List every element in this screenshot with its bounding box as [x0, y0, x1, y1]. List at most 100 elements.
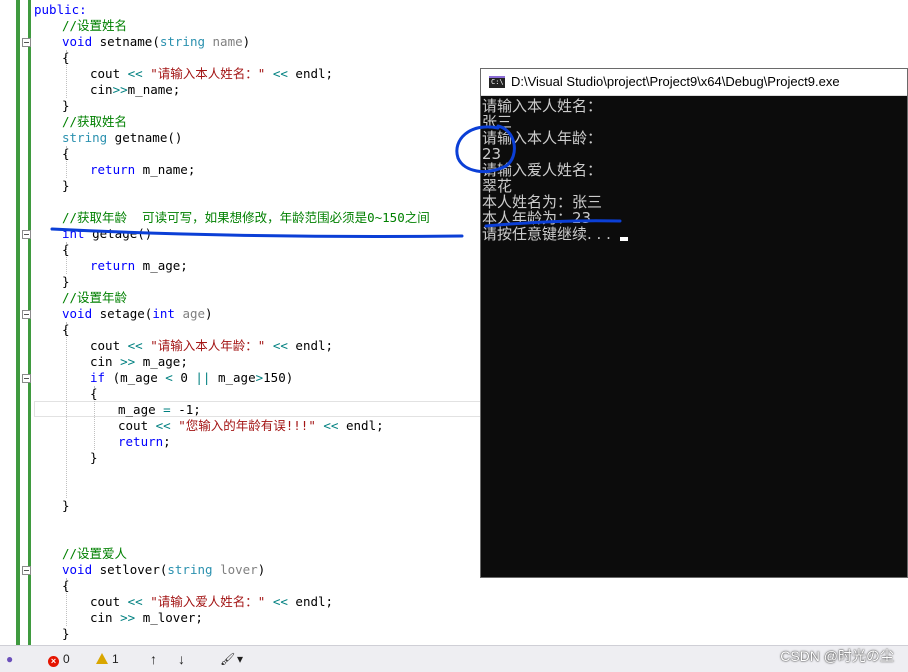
code-line[interactable]: //获取年龄 可读可写，如果想修改，年龄范围必须是0~150之间	[62, 210, 430, 226]
next-issue-button[interactable]: ↓	[178, 651, 185, 667]
code-line[interactable]: if (m_age < 0 || m_age>150)	[90, 370, 293, 386]
error-icon: ×	[48, 656, 59, 667]
code-line[interactable]: return m_name;	[90, 162, 195, 178]
code-line[interactable]: //设置姓名	[62, 18, 127, 34]
current-line-highlight	[34, 401, 482, 417]
code-token: cin	[90, 610, 121, 625]
code-token: )	[242, 34, 251, 49]
code-line[interactable]: void setage(int age)	[62, 306, 213, 322]
code-token: m_lover;	[135, 610, 203, 625]
code-token: )	[257, 562, 266, 577]
code-token: 0	[172, 370, 196, 385]
prev-issue-button[interactable]: ↑	[150, 651, 157, 667]
code-line[interactable]: {	[62, 146, 70, 162]
collapse-icon[interactable]	[22, 230, 31, 239]
code-line[interactable]: cin >> m_age;	[90, 354, 188, 370]
code-token: cin	[90, 354, 121, 369]
code-token: cin	[90, 82, 113, 97]
code-token: (m_age	[105, 370, 166, 385]
code-line[interactable]: //设置年龄	[62, 290, 127, 306]
code-line[interactable]: m_age = -1;	[118, 402, 201, 418]
code-line[interactable]: return m_age;	[90, 258, 188, 274]
code-line[interactable]: }	[90, 450, 98, 466]
code-token: //设置姓名	[62, 18, 128, 33]
code-token: endl;	[287, 338, 334, 353]
code-token: "请输入本人年龄："	[150, 338, 266, 353]
code-line[interactable]: {	[62, 50, 70, 66]
code-line[interactable]: }	[62, 498, 70, 514]
code-cleanup-icon[interactable]: 🖌	[220, 651, 235, 667]
code-line[interactable]: {	[62, 578, 70, 594]
console-line: 23	[482, 146, 501, 162]
change-bar	[28, 0, 31, 645]
code-token: ||	[195, 370, 211, 385]
code-line[interactable]: int getage()	[62, 226, 152, 242]
code-line[interactable]: {	[62, 242, 70, 258]
code-line[interactable]: //获取姓名	[62, 114, 127, 130]
code-line[interactable]: }	[62, 626, 70, 642]
code-token: cout	[90, 66, 128, 81]
code-line[interactable]: cout << "请输入爱人姓名：" << endl;	[90, 594, 333, 610]
code-line[interactable]: void setname(string name)	[62, 34, 250, 50]
gitcopilot-icon[interactable]: ●	[6, 651, 13, 667]
warning-icon	[96, 653, 108, 664]
code-token: setlover(	[92, 562, 168, 577]
code-line[interactable]: }	[62, 178, 70, 194]
code-token: void	[62, 34, 93, 49]
error-count[interactable]: × 0	[48, 651, 70, 667]
code-token: void	[62, 562, 93, 577]
code-line[interactable]: {	[62, 322, 70, 338]
code-token: m_age	[118, 402, 164, 417]
code-token: >	[255, 370, 264, 385]
code-token: cout	[118, 418, 156, 433]
code-line[interactable]: string getname()	[62, 130, 182, 146]
code-line[interactable]: {	[90, 386, 98, 402]
code-token: {	[62, 578, 70, 593]
code-line[interactable]: //设置爱人	[62, 546, 127, 562]
code-line[interactable]: void setlover(string lover)	[62, 562, 265, 578]
code-line[interactable]: public:	[34, 2, 87, 18]
console-line: 请按任意键继续. . .	[482, 226, 628, 242]
collapse-icon[interactable]	[22, 566, 31, 575]
code-line[interactable]: }	[62, 98, 70, 114]
code-token: if	[90, 370, 106, 385]
collapse-icon[interactable]	[22, 374, 31, 383]
code-token: }	[62, 498, 70, 513]
code-token: {	[90, 386, 98, 401]
code-line[interactable]: cin>>m_name;	[90, 82, 180, 98]
code-token: {	[62, 322, 70, 337]
code-line[interactable]: cout << "您输入的年龄有误!!!" << endl;	[118, 418, 384, 434]
code-line[interactable]: cout << "请输入本人姓名：" << endl;	[90, 66, 333, 82]
code-line[interactable]: cout << "请输入本人年龄：" << endl;	[90, 338, 333, 354]
code-token: m_age	[210, 370, 256, 385]
console-window[interactable]: C:\ D:\Visual Studio\project\Project9\x6…	[480, 68, 908, 578]
collapse-icon[interactable]	[22, 38, 31, 47]
code-token: <<	[272, 338, 288, 353]
code-line[interactable]: }	[62, 274, 70, 290]
code-token: cout	[90, 338, 128, 353]
code-line[interactable]: cin >> m_lover;	[90, 610, 203, 626]
console-line: 张三	[482, 114, 512, 130]
console-cursor	[619, 237, 628, 241]
console-titlebar[interactable]: C:\ D:\Visual Studio\project\Project9\x6…	[481, 69, 907, 96]
code-token: getname()	[107, 130, 183, 145]
code-token: <<	[272, 66, 288, 81]
watermark: CSDN @时光の尘	[780, 648, 894, 664]
code-token: return	[118, 434, 164, 449]
code-token: cout	[90, 594, 128, 609]
code-cleanup-dropdown[interactable]: ▾	[237, 651, 243, 667]
code-token: public:	[34, 2, 87, 17]
code-token: setname(	[92, 34, 160, 49]
code-line[interactable]: return;	[118, 434, 171, 450]
code-token: name	[212, 34, 243, 49]
console-line: 请输入爱人姓名：	[482, 162, 602, 178]
code-token: m_age;	[135, 354, 188, 369]
status-bar: ● × 0 1 ↑ ↓ 🖌 ▾ CSDN @时光の尘	[0, 645, 908, 672]
code-token: {	[62, 146, 70, 161]
console-line: 本人姓名为：张三	[482, 194, 602, 210]
collapse-icon[interactable]	[22, 310, 31, 319]
warning-count[interactable]: 1	[96, 651, 119, 667]
code-token: setage(	[92, 306, 153, 321]
